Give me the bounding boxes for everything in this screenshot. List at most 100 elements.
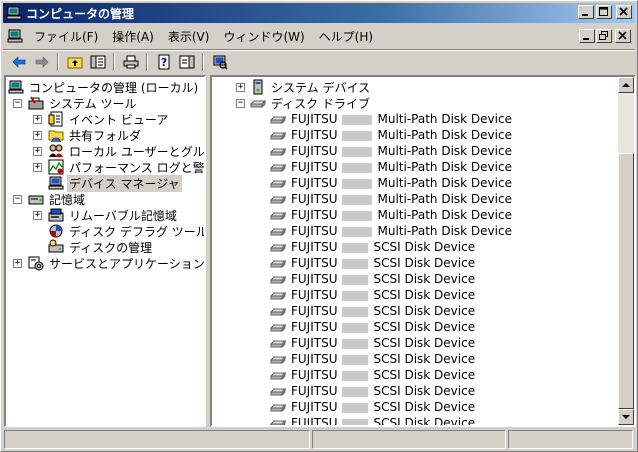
tree-item-event-viewer[interactable]: イベント ビューア [48, 111, 170, 127]
arrow-down-icon [622, 415, 630, 419]
disk-device-scsi[interactable]: FUJITSU SCSI Disk Device [270, 399, 477, 415]
maximize-button[interactable] [596, 5, 612, 19]
redacted-model [341, 146, 372, 157]
tree-item-disk-management[interactable]: ディスクの管理 [48, 239, 154, 255]
scrollbar-thumb[interactable] [618, 153, 634, 409]
disk-drive-icon [270, 259, 286, 269]
minimize-button[interactable] [578, 5, 594, 19]
disk-device-multipath[interactable]: FUJITSU Multi-Path Disk Device [270, 207, 514, 223]
disk-device-multipath[interactable]: FUJITSU Multi-Path Disk Device [270, 127, 514, 143]
up-one-level-button[interactable] [63, 51, 86, 73]
scroll-down-button[interactable] [618, 409, 634, 425]
tree-item-shared-folders[interactable]: 共有フォルダ [48, 127, 143, 143]
disk-device-label: FUJITSU Multi-Path Disk Device [289, 128, 514, 142]
disk-device-multipath[interactable]: FUJITSU Multi-Path Disk Device [270, 175, 514, 191]
device-name: Multi-Path Disk Device [377, 128, 512, 142]
tree-item-storage[interactable]: 記憶域 [28, 191, 87, 207]
disk-device-label: FUJITSU SCSI Disk Device [289, 256, 477, 270]
show-hide-tree-button[interactable] [86, 51, 109, 73]
scroll-up-button[interactable] [618, 77, 634, 93]
back-button[interactable] [7, 51, 30, 73]
menu-view[interactable]: 表示(V) [161, 26, 217, 47]
tree-item-performance-logs[interactable]: パフォーマンス ログと警告 [48, 159, 204, 175]
tree-item-disk-defragmenter[interactable]: ディスク デフラグ ツール [48, 223, 204, 239]
tree-item-device-manager[interactable]: デバイス マネージャ [48, 174, 182, 192]
vertical-scrollbar[interactable] [618, 77, 634, 425]
close-button[interactable] [616, 5, 632, 19]
menu-action[interactable]: 操作(A) [105, 26, 161, 47]
console-icon[interactable] [7, 28, 23, 44]
event-viewer-expand-toggle[interactable]: + [33, 115, 42, 124]
tree-item-local-users-groups[interactable]: ローカル ユーザーとグループ [48, 143, 204, 159]
tree-item-system-tools[interactable]: システム ツール [28, 95, 138, 111]
disk-device-scsi[interactable]: FUJITSU SCSI Disk Device [270, 319, 477, 335]
disk-drives-collapse-toggle[interactable]: − [236, 99, 245, 108]
title-bar[interactable]: コンピュータの管理 [3, 3, 635, 23]
redacted-model [341, 178, 372, 189]
local-users-expand-toggle[interactable]: + [33, 147, 42, 156]
disk-device-scsi[interactable]: FUJITSU SCSI Disk Device [270, 383, 477, 399]
disk-device-scsi[interactable]: FUJITSU SCSI Disk Device [270, 239, 477, 255]
mdi-restore-button[interactable] [596, 29, 612, 43]
disk-device-scsi[interactable]: FUJITSU SCSI Disk Device [270, 271, 477, 287]
redacted-model [341, 210, 372, 221]
services-apps-expand-toggle[interactable]: + [13, 259, 22, 268]
tree-item-removable-storage[interactable]: リムーバブル記憶域 [48, 207, 179, 223]
device-vendor: FUJITSU [291, 176, 338, 190]
system-tools-collapse-toggle[interactable]: − [13, 99, 22, 108]
menu-file[interactable]: ファイル(F) [27, 26, 105, 47]
help-button[interactable]: ? [152, 51, 175, 73]
system-devices-expand-toggle[interactable]: + [236, 83, 245, 92]
disk-device-multipath[interactable]: FUJITSU Multi-Path Disk Device [270, 223, 514, 239]
removable-storage-expand-toggle[interactable]: + [33, 211, 42, 220]
redacted-model [341, 306, 368, 317]
performance-logs-icon [48, 159, 64, 175]
redacted-model [341, 370, 368, 381]
disk-device-scsi[interactable]: FUJITSU SCSI Disk Device [270, 367, 477, 383]
mdi-minimize-button[interactable] [579, 29, 595, 43]
console-tree-pane[interactable]: コンピュータの管理 (ローカル) − システム ツール + イベント ビューア … [4, 75, 206, 427]
disk-device-multipath[interactable]: FUJITSU Multi-Path Disk Device [270, 159, 514, 175]
redacted-model [341, 242, 368, 253]
disk-device-scsi[interactable]: FUJITSU SCSI Disk Device [270, 351, 477, 367]
tree-item-label: ディスクの管理 [69, 240, 153, 255]
tree-root[interactable]: コンピュータの管理 (ローカル) [8, 79, 200, 95]
disk-device-multipath[interactable]: FUJITSU Multi-Path Disk Device [270, 143, 514, 159]
device-list-pane[interactable]: + システム デバイス − ディスク ドライブ FUJITSU Multi-Pat… [210, 75, 636, 427]
forward-button[interactable] [30, 51, 53, 73]
redacted-model [341, 226, 372, 237]
computer-management-icon [6, 6, 22, 20]
disk-drive-icon [270, 323, 286, 333]
disk-device-multipath[interactable]: FUJITSU Multi-Path Disk Device [270, 191, 514, 207]
redacted-model [341, 194, 372, 205]
print-button[interactable] [119, 51, 142, 73]
disk-device-scsi[interactable]: FUJITSU SCSI Disk Device [270, 415, 477, 425]
forward-arrow-icon [35, 55, 48, 68]
device-name: Multi-Path Disk Device [377, 144, 512, 158]
device-category-system-devices[interactable]: システム デバイス [250, 79, 372, 95]
menu-window[interactable]: ウィンドウ(W) [216, 26, 311, 47]
redacted-model [341, 338, 368, 349]
disk-device-scsi[interactable]: FUJITSU SCSI Disk Device [270, 287, 477, 303]
disk-device-multipath[interactable]: FUJITSU Multi-Path Disk Device [270, 111, 514, 127]
tree-item-services-applications[interactable]: サービスとアプリケーション [28, 255, 205, 271]
show-hide-action-pane-button[interactable] [175, 51, 198, 73]
mdi-close-button[interactable] [615, 29, 631, 43]
redacted-model [341, 402, 368, 413]
menu-help[interactable]: ヘルプ(H) [312, 26, 380, 47]
shared-folders-expand-toggle[interactable]: + [33, 131, 42, 140]
performance-logs-expand-toggle[interactable]: + [33, 163, 42, 172]
storage-collapse-toggle[interactable]: − [13, 195, 22, 204]
disk-device-scsi[interactable]: FUJITSU SCSI Disk Device [270, 255, 477, 271]
device-name: SCSI Disk Device [373, 304, 476, 318]
disk-device-scsi[interactable]: FUJITSU SCSI Disk Device [270, 303, 477, 319]
toolbar-separator [202, 52, 204, 71]
scan-hardware-button[interactable] [208, 51, 231, 73]
tree-item-label: サービスとアプリケーション [49, 256, 205, 271]
device-category-disk-drives[interactable]: ディスク ドライブ [250, 95, 372, 111]
users-group-icon [49, 144, 63, 157]
disk-device-scsi[interactable]: FUJITSU SCSI Disk Device [270, 335, 477, 351]
disk-drive-icon [270, 227, 286, 237]
disk-device-label: FUJITSU SCSI Disk Device [289, 352, 477, 366]
disk-device-label: FUJITSU SCSI Disk Device [289, 272, 477, 286]
